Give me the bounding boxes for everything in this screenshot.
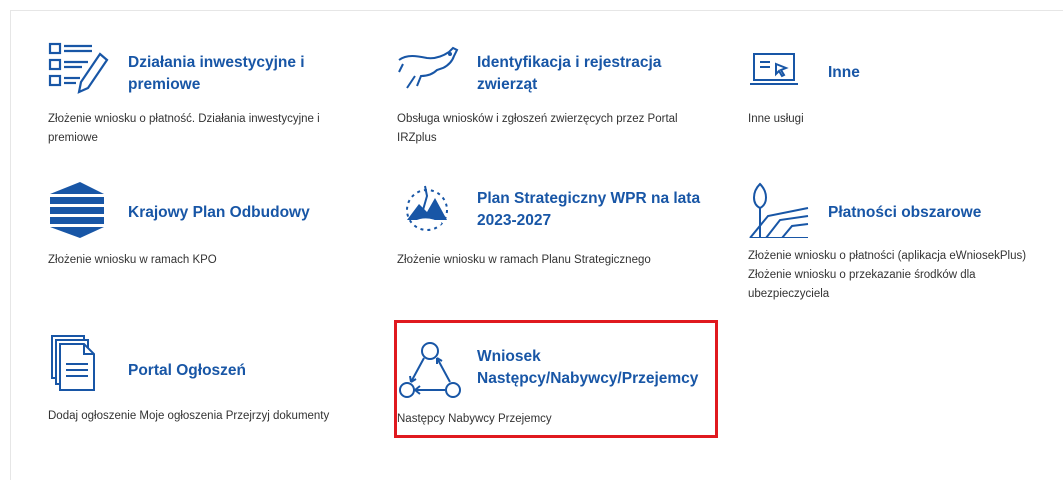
documents-stack-icon	[48, 334, 110, 394]
tile-title[interactable]: Inne	[828, 62, 1028, 84]
tile-area-payments[interactable]: Płatności obszarowe Złożenie wniosku o p…	[748, 182, 1058, 312]
document-list-pen-icon	[48, 40, 110, 96]
tile-title[interactable]: Plan Strategiczny WPR na lata 2023-2027	[477, 188, 737, 232]
tile-investment-actions[interactable]: Działania inwestycyjne i premiowe Złożen…	[48, 40, 388, 150]
kpo-logo-icon	[48, 182, 110, 238]
tile-title[interactable]: Krajowy Plan Odbudowy	[128, 202, 388, 224]
tile-description: Złożenie wniosku o płatność. Działania i…	[48, 113, 320, 144]
tile-description: Inne usługi	[748, 113, 804, 125]
field-tree-icon	[748, 182, 810, 238]
wpr-logo-icon	[397, 182, 459, 238]
tile-animal-identification[interactable]: Identyfikacja i rejestracja zwierząt Obs…	[397, 40, 737, 150]
tile-description: Obsługa wniosków i zgłoszeń zwierzęcych …	[397, 113, 678, 144]
tile-title[interactable]: Działania inwestycyjne i premiowe	[128, 52, 388, 96]
tile-kpo[interactable]: Krajowy Plan Odbudowy Złożenie wniosku w…	[48, 182, 388, 272]
tile-other[interactable]: Inne Inne usługi	[748, 40, 1058, 150]
tile-announcements-portal[interactable]: Portal Ogłoszeń Dodaj ogłoszenie Moje og…	[48, 334, 388, 434]
tile-description: Złożenie wniosku w ramach KPO	[48, 254, 217, 266]
tile-title[interactable]: Identyfikacja i rejestracja zwierząt	[477, 52, 737, 96]
tile-description: Dodaj ogłoszenie Moje ogłoszenia Przejrz…	[48, 410, 330, 422]
tile-wpr-plan[interactable]: Plan Strategiczny WPR na lata 2023-2027 …	[397, 182, 737, 272]
tile-title[interactable]: Portal Ogłoszeń	[128, 360, 388, 382]
tile-description: Złożenie wniosku w ramach Planu Strategi…	[397, 254, 651, 266]
cow-icon	[397, 40, 459, 96]
tile-description: Złożenie wniosku o płatności (aplikacja …	[748, 250, 1027, 300]
highlight-box	[394, 320, 718, 438]
laptop-cursor-icon	[748, 52, 810, 96]
tile-title[interactable]: Płatności obszarowe	[828, 202, 1058, 224]
